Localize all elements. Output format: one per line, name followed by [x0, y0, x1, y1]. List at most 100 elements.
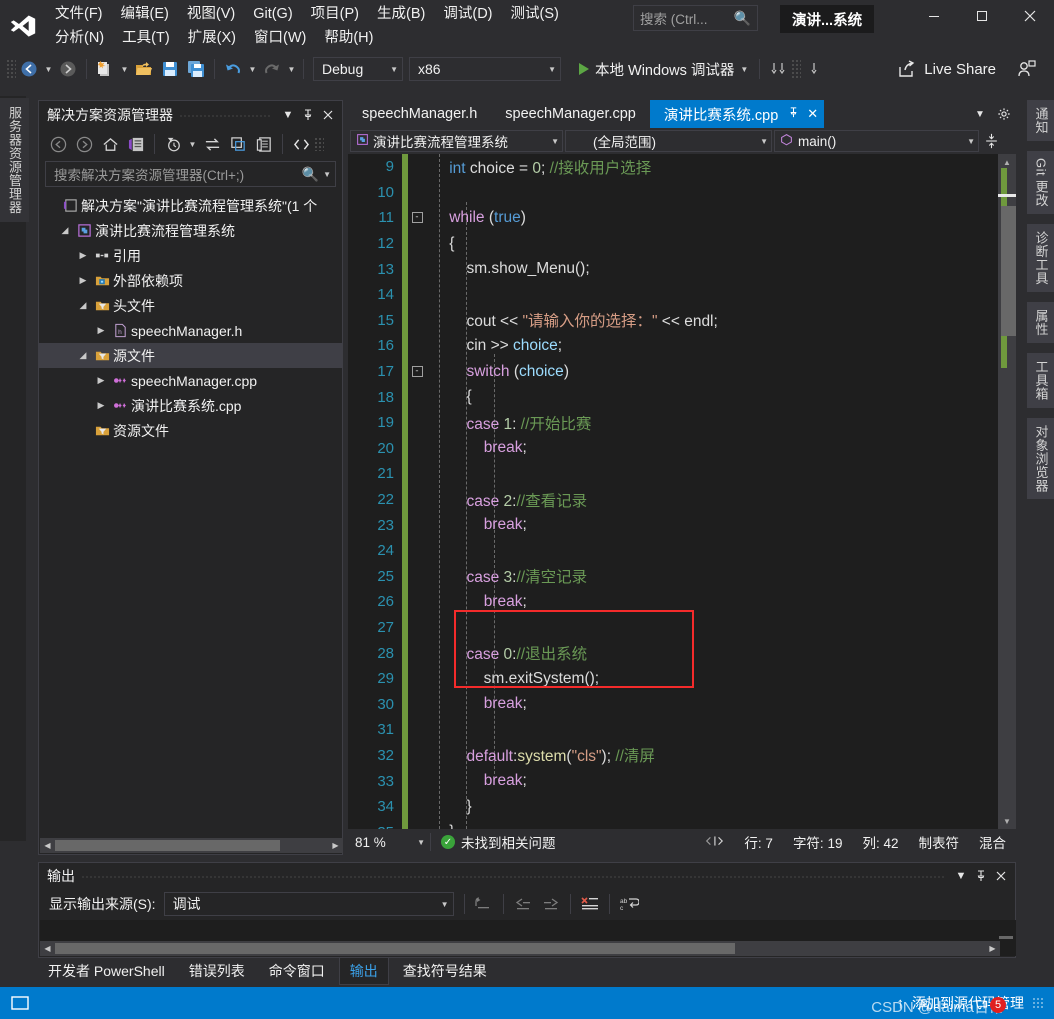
open-file-icon[interactable] [131, 56, 157, 82]
menu-edit[interactable]: 编辑(E) [112, 2, 178, 26]
menu-test[interactable]: 测试(S) [502, 2, 568, 26]
code-line[interactable]: 33 break; [348, 768, 1016, 794]
code-line[interactable]: 15 cout << "请输入你的选择：" << endl; [348, 308, 1016, 334]
new-file-dropdown-icon[interactable]: ▼ [118, 56, 131, 82]
pin-icon[interactable] [971, 865, 991, 887]
code-line[interactable]: 17 - switch (choice) [348, 359, 1016, 385]
home-icon[interactable] [97, 132, 123, 156]
bottom-tab-find-symbol[interactable]: 查找符号结果 [393, 958, 497, 984]
menu-project[interactable]: 项目(P) [302, 2, 368, 26]
panel-menu-icon[interactable]: ▼ [278, 104, 298, 126]
code-line[interactable]: 19 case 1: //开始比赛 [348, 410, 1016, 436]
line-ending-indicator[interactable]: 混合 [969, 832, 1016, 852]
maximize-button[interactable] [958, 0, 1006, 32]
undo-dropdown-icon[interactable]: ▼ [246, 56, 259, 82]
thread-dropdown-icon[interactable] [801, 56, 827, 82]
tree-item-solution[interactable]: 解决方案"演讲比赛流程管理系统"(1 个 [39, 193, 342, 218]
bottom-tab-command-window[interactable]: 命令窗口 [259, 958, 335, 984]
navigate-forward-icon[interactable] [55, 56, 81, 82]
tree-item-speechmanager-h[interactable]: ▶ h speechManager.h [39, 318, 342, 343]
toolbar-grip[interactable] [6, 59, 16, 79]
panel-drag-dots[interactable] [179, 107, 272, 123]
code-line[interactable]: 29 sm.exitSystem(); [348, 666, 1016, 692]
account-icon[interactable] [1014, 56, 1040, 82]
undo-icon[interactable] [220, 56, 246, 82]
rail-toolbox[interactable]: 工具箱 [1026, 353, 1054, 408]
tree-item-project[interactable]: ◢ 演讲比赛流程管理系统 [39, 218, 342, 243]
expander-expand[interactable]: ▶ [75, 250, 91, 261]
back-icon[interactable] [45, 132, 71, 156]
toolbar-grip-2[interactable] [791, 59, 802, 79]
menu-debug[interactable]: 调试(D) [434, 2, 501, 26]
tree-item-references[interactable]: ▶ 引用 [39, 243, 342, 268]
tab-speechmanager-cpp[interactable]: speechManager.cpp [491, 100, 650, 128]
code-line[interactable]: 24 [348, 538, 1016, 564]
minimize-button[interactable] [910, 0, 958, 32]
output-resize-grip[interactable] [999, 936, 1013, 939]
rail-object-browser[interactable]: 对象浏览器 [1026, 417, 1054, 500]
tab-main-cpp[interactable]: 演讲比赛系统.cpp ✕ [649, 100, 825, 128]
code-line[interactable]: 27 [348, 615, 1016, 641]
code-line[interactable]: 20 break; [348, 436, 1016, 462]
scroll-left-icon[interactable]: ◀ [40, 944, 55, 953]
menu-tools[interactable]: 工具(T) [113, 26, 179, 50]
panel-drag-dots[interactable] [81, 868, 945, 884]
menu-help[interactable]: 帮助(H) [315, 26, 382, 50]
gear-icon[interactable] [992, 100, 1016, 128]
tree-item-resource-files[interactable]: 资源文件 [39, 418, 342, 443]
menu-file[interactable]: 文件(F) [46, 2, 112, 26]
tab-speechmanager-h[interactable]: speechManager.h [348, 100, 491, 128]
expander-collapse[interactable]: ◢ [75, 300, 91, 311]
redo-dropdown-icon[interactable]: ▼ [285, 56, 298, 82]
scrollbar-thumb[interactable] [55, 943, 735, 954]
start-debugging-button[interactable]: 本地 Windows 调试器 ▼ [573, 56, 754, 82]
code-line[interactable]: 35 } [348, 819, 1016, 829]
code-line[interactable]: 10 [348, 180, 1016, 206]
rail-notifications[interactable]: 通知 [1026, 100, 1054, 141]
panel-menu-icon[interactable]: ▼ [951, 865, 971, 887]
nav-member-select[interactable]: main() ▼ [774, 130, 979, 152]
new-file-icon[interactable] [92, 56, 118, 82]
code-line[interactable]: 9 int choice = 0; //接收用户选择 [348, 154, 1016, 180]
expander-collapse[interactable]: ◢ [57, 225, 73, 236]
code-line[interactable]: 14 [348, 282, 1016, 308]
tree-item-source-files[interactable]: ◢ 源文件 [39, 343, 342, 368]
pin-icon[interactable] [298, 104, 318, 126]
tree-item-main-cpp[interactable]: ▶ 演讲比赛系统.cpp [39, 393, 342, 418]
previous-message-icon[interactable] [509, 892, 537, 916]
show-all-files-icon[interactable] [251, 132, 277, 156]
code-surface[interactable]: 9 int choice = 0; //接收用户选择 10 11 - while (t… [348, 154, 1016, 829]
resize-grip[interactable] [1032, 997, 1044, 1009]
close-icon[interactable] [991, 865, 1011, 887]
solution-explorer-horizontal-scrollbar[interactable]: ◀ ▶ [40, 838, 343, 853]
menu-extensions[interactable]: 扩展(X) [179, 26, 245, 50]
scroll-right-icon[interactable]: ▶ [985, 944, 1000, 953]
code-line[interactable]: 11 - while (true) [348, 205, 1016, 231]
process-dropdown-icon[interactable] [765, 56, 791, 82]
collapse-icon[interactable]: - [411, 366, 423, 378]
menu-build[interactable]: 生成(B) [368, 2, 434, 26]
close-button[interactable] [1006, 0, 1054, 32]
tree-item-header-files[interactable]: ◢ 头文件 [39, 293, 342, 318]
menu-window[interactable]: 窗口(W) [245, 26, 315, 50]
clear-all-icon[interactable] [576, 892, 604, 916]
close-icon[interactable]: ✕ [807, 106, 818, 122]
code-line[interactable]: 31 [348, 717, 1016, 743]
redo-icon[interactable] [259, 56, 285, 82]
filter-dropdown-icon[interactable]: ▼ [186, 131, 199, 157]
bottom-tab-output[interactable]: 输出 [338, 957, 389, 985]
scrollbar-thumb[interactable] [1001, 206, 1016, 336]
close-icon[interactable] [318, 104, 338, 126]
code-line[interactable]: 13 sm.show_Menu(); [348, 256, 1016, 282]
navigate-back-icon[interactable] [16, 56, 42, 82]
editor-vertical-scrollbar[interactable]: ▲ ▼ [998, 154, 1016, 829]
output-horizontal-scrollbar[interactable]: ◀ ▶ [40, 941, 1000, 956]
code-line[interactable]: 23 break; [348, 512, 1016, 538]
solution-platform-select[interactable]: x86 ▼ [409, 57, 561, 81]
tree-item-external-dependencies[interactable]: ▶ 外部依赖项 [39, 268, 342, 293]
output-source-select[interactable]: 调试 ▼ [163, 892, 454, 916]
save-icon[interactable] [157, 56, 183, 82]
scrollbar-thumb[interactable] [55, 840, 280, 851]
code-line[interactable]: 26 break; [348, 589, 1016, 615]
menu-analyze[interactable]: 分析(N) [46, 26, 113, 50]
